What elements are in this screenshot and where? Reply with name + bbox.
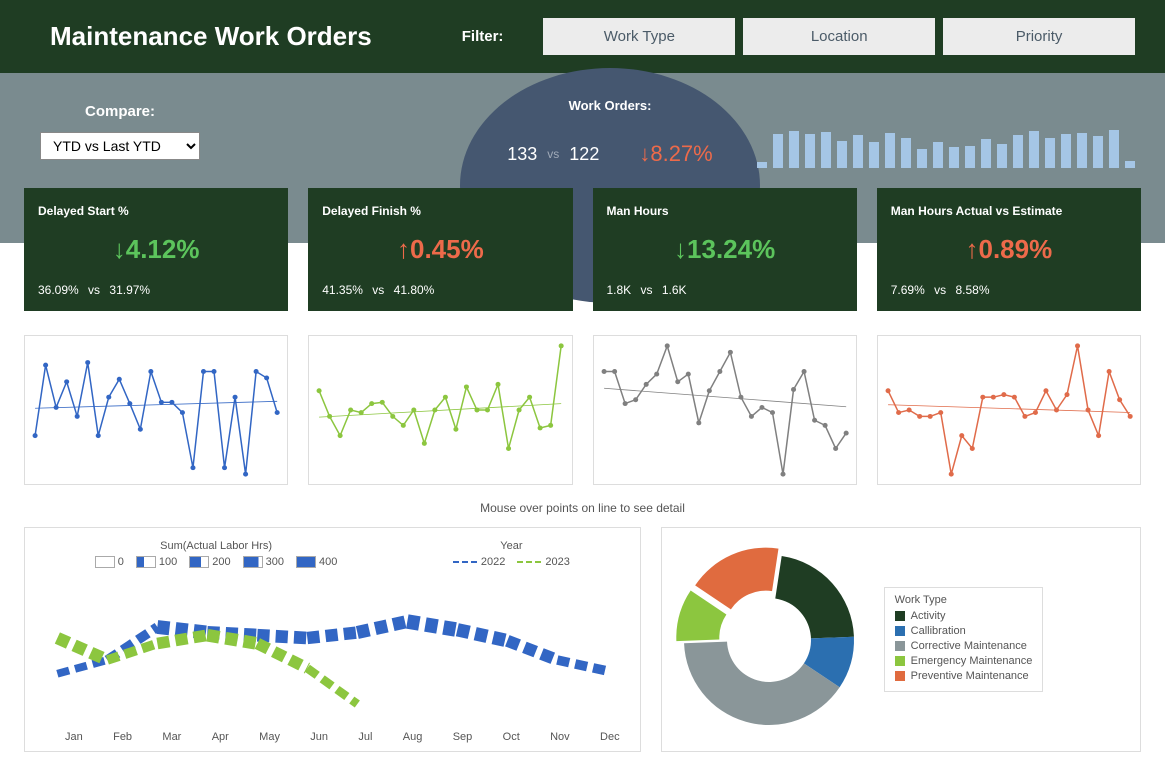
- card-a: 41.35%: [322, 283, 363, 297]
- card-compare: 7.69% vs 8.58%: [891, 283, 1127, 297]
- leg-400: 400: [319, 556, 337, 568]
- work-orders-a: 133: [507, 144, 537, 165]
- card-vs: vs: [641, 283, 653, 297]
- leg-200: 200: [212, 556, 230, 568]
- card-mh-actual-estimate: Man Hours Actual vs Estimate ↑0.89% 7.69…: [877, 188, 1141, 311]
- year-2023: 2023: [545, 556, 569, 568]
- kpi-cards: Delayed Start % ↓4.12% 36.09% vs 31.97% …: [0, 188, 1165, 311]
- card-b: 41.80%: [394, 283, 435, 297]
- bottom-panels: Sum(Actual Labor Hrs) 0 100 200 300 400 …: [0, 527, 1165, 776]
- year-legend-title: Year: [453, 540, 570, 552]
- work-orders-row: 133 vs 122 ↓8.27%: [507, 141, 712, 167]
- card-change: ↑0.89%: [891, 234, 1127, 265]
- labor-legends: Sum(Actual Labor Hrs) 0 100 200 300 400 …: [37, 540, 628, 574]
- donut-legend: Work Type Activity Callibration Correcti…: [884, 587, 1044, 692]
- month-axis: JanFebMarAprMayJunJulAugSepOctNovDec: [65, 731, 620, 743]
- work-type-donut-panel[interactable]: Work Type Activity Callibration Correcti…: [661, 527, 1141, 752]
- card-a: 36.09%: [38, 283, 79, 297]
- year-2022: 2022: [481, 556, 505, 568]
- work-orders-numbers: 133 vs 122: [507, 144, 599, 165]
- work-orders-vs: vs: [547, 147, 559, 161]
- year-legend: Year 2022 2023: [453, 540, 570, 574]
- card-compare: 41.35% vs 41.80%: [322, 283, 558, 297]
- compare-block: Compare: YTD vs Last YTD: [0, 103, 260, 160]
- work-orders-sparkbar: [757, 98, 1135, 168]
- card-a: 1.8K: [607, 283, 632, 297]
- page-title: Maintenance Work Orders: [50, 21, 372, 52]
- donut-chart: [674, 545, 864, 735]
- filter-work-type-button[interactable]: Work Type: [543, 18, 735, 55]
- card-b: 8.58%: [955, 283, 989, 297]
- card-change: ↓4.12%: [38, 234, 274, 265]
- card-b: 31.97%: [109, 283, 150, 297]
- trend-mh-actual[interactable]: [877, 335, 1141, 485]
- work-orders-title: Work Orders:: [569, 98, 652, 113]
- filter-priority-button[interactable]: Priority: [943, 18, 1135, 55]
- leg-callibration: Callibration: [911, 625, 966, 637]
- card-title: Man Hours: [607, 204, 843, 218]
- labor-legend-title: Sum(Actual Labor Hrs): [95, 540, 338, 552]
- compare-label: Compare:: [0, 103, 260, 120]
- card-title: Man Hours Actual vs Estimate: [891, 204, 1127, 218]
- hover-hint: Mouse over points on line to see detail: [0, 501, 1165, 515]
- header-bar: Maintenance Work Orders Filter: Work Typ…: [0, 0, 1165, 73]
- card-title: Delayed Finish %: [322, 204, 558, 218]
- work-orders-b: 122: [569, 144, 599, 165]
- leg-corrective: Corrective Maintenance: [911, 640, 1027, 652]
- card-delayed-start: Delayed Start % ↓4.12% 36.09% vs 31.97%: [24, 188, 288, 311]
- trend-panels: [0, 311, 1165, 493]
- labor-hours-chart[interactable]: Sum(Actual Labor Hrs) 0 100 200 300 400 …: [24, 527, 641, 752]
- leg-emergency: Emergency Maintenance: [911, 655, 1033, 667]
- card-vs: vs: [934, 283, 946, 297]
- card-title: Delayed Start %: [38, 204, 274, 218]
- card-change: ↑0.45%: [322, 234, 558, 265]
- trend-delayed-finish[interactable]: [308, 335, 572, 485]
- card-change: ↓13.24%: [607, 234, 843, 265]
- card-a: 7.69%: [891, 283, 925, 297]
- card-compare: 1.8K vs 1.6K: [607, 283, 843, 297]
- compare-select[interactable]: YTD vs Last YTD: [40, 132, 200, 160]
- card-compare: 36.09% vs 31.97%: [38, 283, 274, 297]
- leg-preventive: Preventive Maintenance: [911, 670, 1029, 682]
- labor-chart-svg: [37, 574, 628, 714]
- card-man-hours: Man Hours ↓13.24% 1.8K vs 1.6K: [593, 188, 857, 311]
- card-vs: vs: [88, 283, 100, 297]
- leg-0: 0: [118, 556, 124, 568]
- filter-label: Filter:: [462, 28, 504, 45]
- trend-delayed-start[interactable]: [24, 335, 288, 485]
- leg-100: 100: [159, 556, 177, 568]
- card-vs: vs: [372, 283, 384, 297]
- trend-man-hours[interactable]: [593, 335, 857, 485]
- work-orders-change: ↓8.27%: [639, 141, 712, 167]
- card-b: 1.6K: [662, 283, 687, 297]
- labor-size-legend: Sum(Actual Labor Hrs) 0 100 200 300 400: [95, 540, 338, 574]
- filter-buttons: Work Type Location Priority: [543, 18, 1135, 55]
- card-delayed-finish: Delayed Finish % ↑0.45% 41.35% vs 41.80%: [308, 188, 572, 311]
- filter-location-button[interactable]: Location: [743, 18, 935, 55]
- leg-activity: Activity: [911, 610, 946, 622]
- leg-300: 300: [266, 556, 284, 568]
- donut-legend-title: Work Type: [895, 594, 1033, 606]
